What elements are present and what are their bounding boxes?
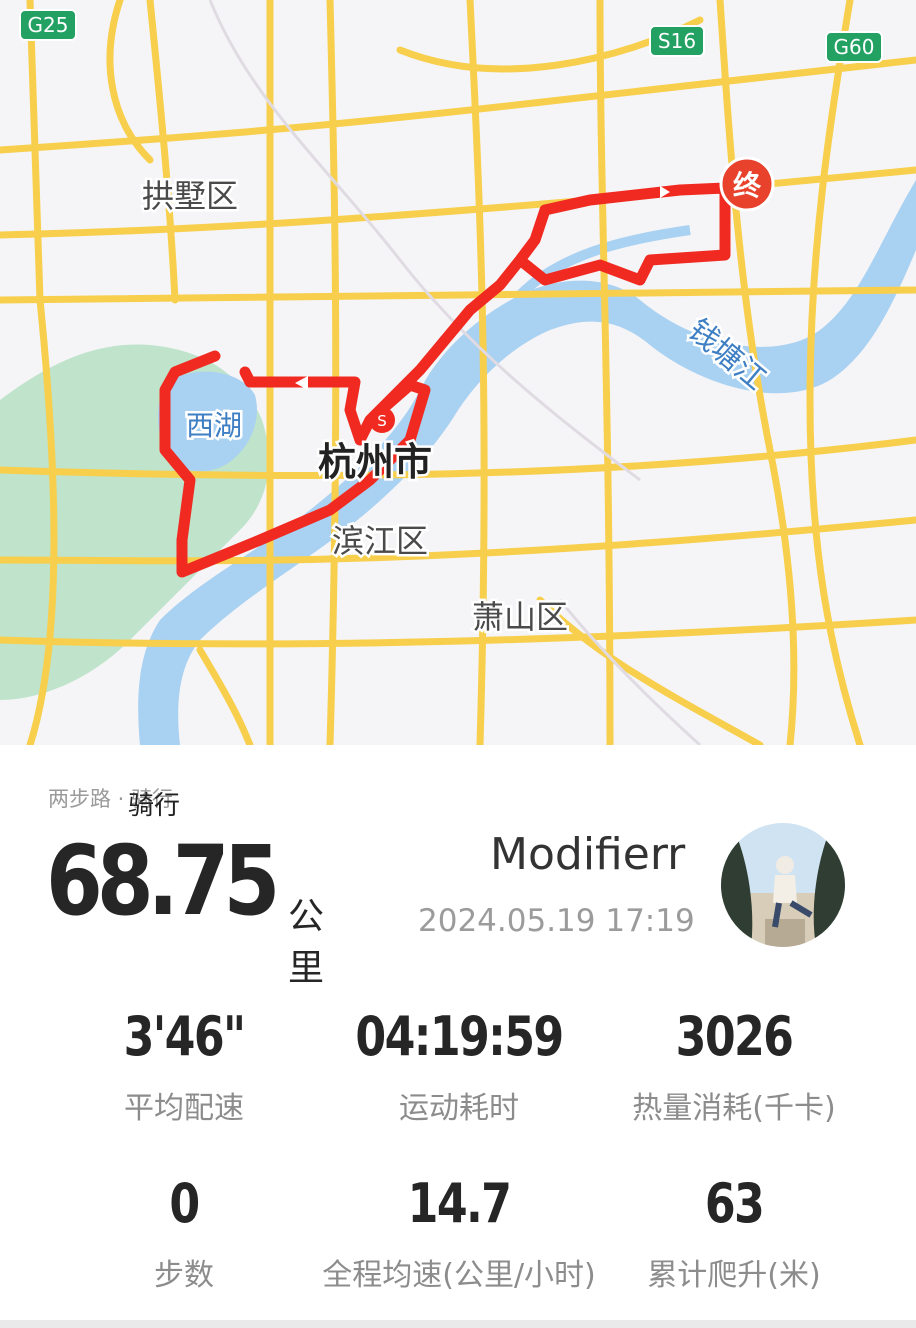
stat-elevation-gain: 63 累计爬升(米): [584, 1172, 884, 1294]
stat-steps: 0 步数: [34, 1172, 334, 1294]
stat-label: 热量消耗(千卡): [632, 1091, 836, 1126]
stat-value: 04:19:59: [355, 1005, 564, 1068]
activity-type-label: 骑行: [128, 791, 181, 821]
stat-label: 全程均速(公里/小时): [322, 1258, 596, 1293]
svg-text:S16: S16: [658, 29, 696, 53]
label-hangzhou: 杭州市: [318, 440, 432, 484]
bottom-divider: [0, 1320, 916, 1328]
stat-label: 步数: [154, 1258, 214, 1293]
activity-type-line: 两步路 · 骑行 骑行: [48, 783, 308, 823]
svg-text:G60: G60: [834, 35, 875, 59]
stat-value: 0: [169, 1172, 200, 1235]
stat-value: 3026: [675, 1005, 794, 1068]
user-name[interactable]: Modifierr: [490, 829, 685, 880]
svg-text:G25: G25: [28, 13, 69, 37]
highway-shield-s16: S16: [649, 25, 705, 57]
stat-label: 运动耗时: [399, 1091, 519, 1126]
stat-calories: 3026 热量消耗(千卡): [584, 1005, 884, 1127]
label-binjiang: 滨江区: [332, 522, 428, 560]
distance-unit: 公里: [288, 896, 325, 989]
route-map[interactable]: S 终 G25 S16 G60 拱墅区 西湖 杭州市 滨江区 萧山区 钱塘江: [0, 0, 916, 745]
avatar[interactable]: [721, 823, 845, 947]
stat-value: 3'46": [123, 1005, 247, 1068]
label-xiaoshan: 萧山区: [472, 598, 568, 636]
highway-shield-g25: G25: [19, 9, 77, 41]
distance-display: 68.75 公里: [46, 825, 324, 989]
stat-value: 14.7: [407, 1172, 512, 1235]
label-gongshu: 拱墅区: [142, 177, 238, 215]
svg-text:终: 终: [733, 169, 762, 202]
label-west-lake: 西湖: [186, 409, 242, 442]
activity-summary-card: 两步路 · 骑行 骑行 68.75 公里 Modifierr 2024.05.1…: [0, 745, 916, 1320]
activity-datetime: 2024.05.19 17:19: [418, 903, 695, 939]
stat-value: 63: [704, 1172, 765, 1235]
stat-label: 平均配速: [124, 1091, 244, 1126]
stat-duration: 04:19:59 运动耗时: [309, 1005, 609, 1127]
stat-label: 累计爬升(米): [647, 1258, 821, 1293]
stat-avg-pace: 3'46" 平均配速: [34, 1005, 334, 1127]
svg-text:S: S: [377, 412, 387, 430]
distance-value: 68.75: [46, 825, 280, 937]
highway-shield-g60: G60: [825, 31, 883, 63]
stat-avg-speed: 14.7 全程均速(公里/小时): [309, 1172, 609, 1294]
